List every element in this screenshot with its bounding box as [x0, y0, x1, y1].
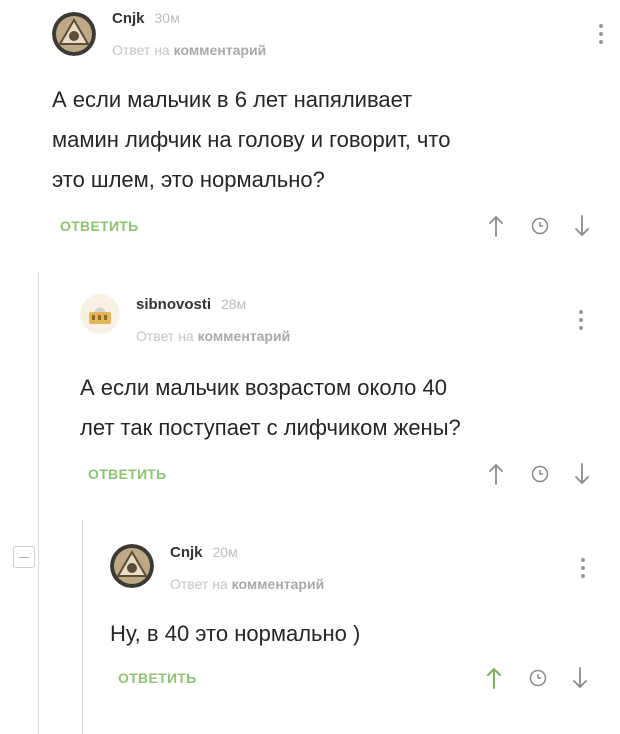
- comment-text: А если мальчик в 6 лет напяливает мамин …: [52, 80, 592, 200]
- comment: sibnovosti 28м Ответ на комментарий А есл…: [80, 290, 612, 500]
- comment-text-line: мамин лифчик на голову и говорит, что: [52, 127, 451, 152]
- reply-target-link[interactable]: комментарий: [198, 328, 291, 344]
- more-vertical-icon[interactable]: [580, 558, 586, 582]
- comment-actions: [488, 462, 598, 486]
- reply-prefix: Ответ на: [170, 576, 232, 592]
- triangle-avatar-icon[interactable]: [52, 12, 96, 56]
- reply-target-link[interactable]: комментарий: [232, 576, 325, 592]
- arrow-up-icon[interactable]: [488, 462, 504, 486]
- comment-text: Ну, в 40 это нормально ): [110, 614, 590, 654]
- comment-text-line: Ну, в 40 это нормально ): [110, 621, 361, 646]
- comment-actions: [486, 666, 596, 690]
- thread-line-level-2: [82, 520, 83, 734]
- comment-author[interactable]: Cnjk 20м: [170, 544, 238, 561]
- author-name[interactable]: sibnovosti: [136, 296, 211, 313]
- more-vertical-icon[interactable]: [578, 310, 584, 334]
- thread-line-level-1: [38, 272, 39, 734]
- arrow-down-icon[interactable]: [574, 214, 590, 238]
- reply-info: Ответ на комментарий: [112, 42, 266, 58]
- clock-icon[interactable]: [530, 462, 550, 486]
- comment-text: А если мальчик возрастом около 40 лет та…: [80, 368, 600, 448]
- building-avatar-icon[interactable]: [80, 294, 120, 334]
- arrow-down-icon[interactable]: [572, 666, 588, 690]
- comment: Cnjk 30м Ответ на комментарий А если маль…: [52, 8, 612, 248]
- arrow-up-icon[interactable]: [488, 214, 504, 238]
- comment-text-line: А если мальчик возрастом около 40: [80, 375, 447, 400]
- comment-text-line: это шлем, это нормально?: [52, 167, 325, 192]
- reply-info: Ответ на комментарий: [170, 576, 324, 592]
- author-name[interactable]: Cnjk: [112, 10, 145, 27]
- arrow-up-icon[interactable]: [486, 666, 502, 690]
- comment: Cnjk 20м Ответ на комментарий Ну, в 40 эт…: [110, 540, 612, 720]
- clock-icon[interactable]: [530, 214, 550, 238]
- reply-prefix: Ответ на: [136, 328, 198, 344]
- comment-author[interactable]: Cnjk 30м: [112, 10, 180, 27]
- comment-time: 28м: [221, 296, 247, 312]
- reply-target-link[interactable]: комментарий: [174, 42, 267, 58]
- triangle-avatar-icon[interactable]: [110, 544, 154, 588]
- comment-actions: [488, 214, 598, 238]
- reply-button[interactable]: ОТВЕТИТЬ: [60, 218, 139, 234]
- collapse-minus-icon[interactable]: [13, 546, 35, 568]
- more-vertical-icon[interactable]: [598, 24, 604, 48]
- clock-icon[interactable]: [528, 666, 548, 690]
- reply-button[interactable]: ОТВЕТИТЬ: [88, 466, 167, 482]
- author-name[interactable]: Cnjk: [170, 544, 203, 561]
- reply-info: Ответ на комментарий: [136, 328, 290, 344]
- comment-time: 20м: [212, 544, 238, 560]
- reply-button[interactable]: ОТВЕТИТЬ: [118, 670, 197, 686]
- comment-author[interactable]: sibnovosti 28м: [136, 296, 246, 313]
- comment-time: 30м: [154, 10, 180, 26]
- arrow-down-icon[interactable]: [574, 462, 590, 486]
- reply-prefix: Ответ на: [112, 42, 174, 58]
- comment-text-line: лет так поступает с лифчиком жены?: [80, 415, 461, 440]
- comment-text-line: А если мальчик в 6 лет напяливает: [52, 87, 413, 112]
